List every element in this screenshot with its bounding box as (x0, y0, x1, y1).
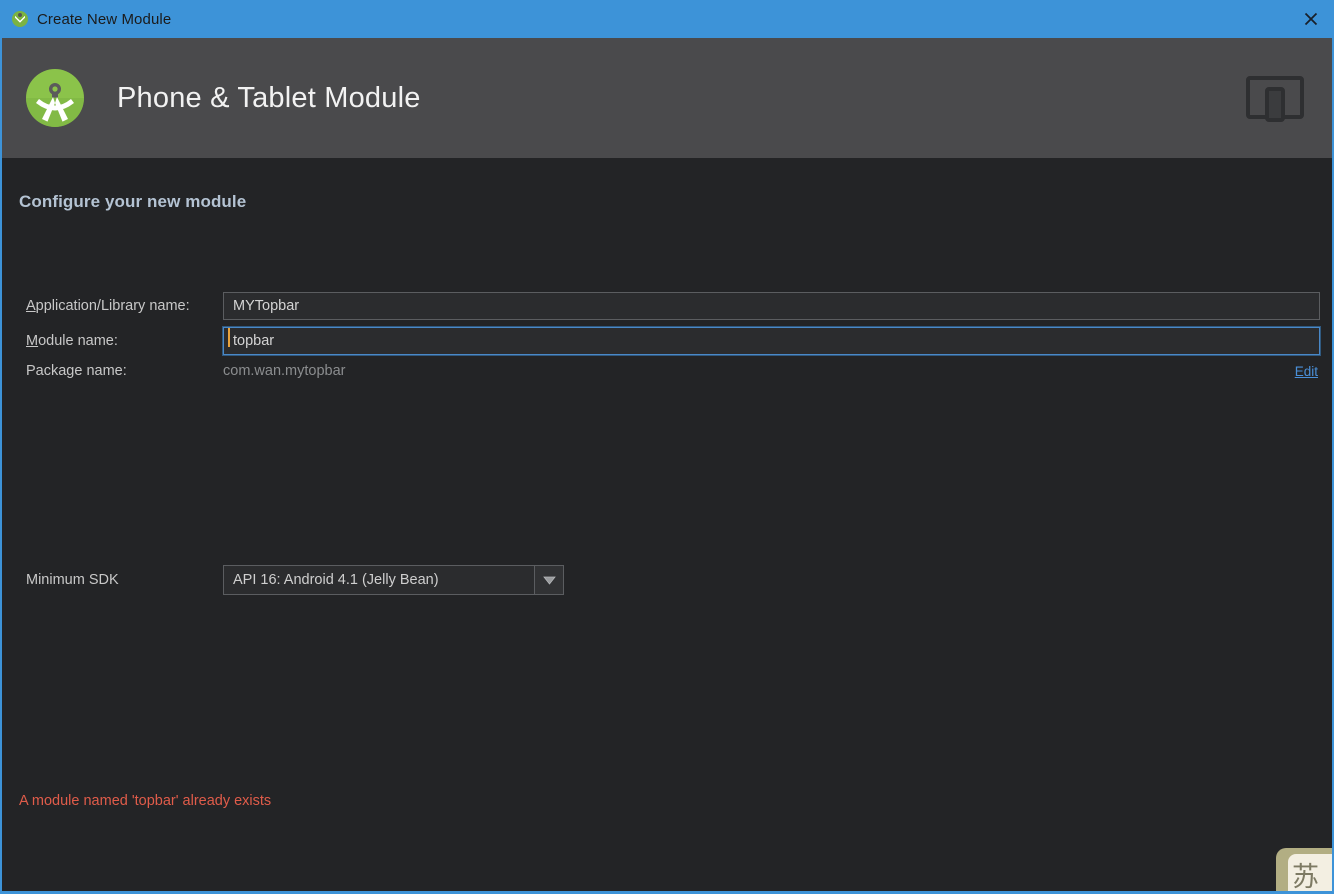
banner-title: Phone & Tablet Module (117, 82, 421, 115)
module-name-row: Module name: (2, 327, 1332, 355)
package-name-row: Package name: com.wan.mytopbar Edit (2, 357, 1332, 385)
android-studio-icon (12, 11, 28, 27)
validation-error-message: A module named 'topbar' already exists (19, 793, 271, 809)
module-name-label: Module name: (2, 333, 223, 349)
create-new-module-dialog: Create New Module Phone & Tablet Module (0, 0, 1334, 894)
minimum-sdk-dropdown[interactable]: API 16: Android 4.1 (Jelly Bean) (223, 565, 564, 595)
application-name-row: Application/Library name: (2, 292, 1332, 320)
dialog-banner: Phone & Tablet Module (2, 38, 1332, 158)
module-name-input[interactable] (223, 327, 1320, 355)
module-name-label-text: odule name: (38, 333, 118, 349)
ime-floating-indicator[interactable]: 苏 (1276, 848, 1334, 894)
chevron-down-icon[interactable] (534, 565, 564, 595)
android-studio-logo-icon (24, 67, 86, 129)
dialog-body: Configure your new module Application/Li… (2, 158, 1332, 891)
minimum-sdk-value: API 16: Android 4.1 (Jelly Bean) (223, 565, 534, 595)
package-name-value: com.wan.mytopbar (223, 363, 346, 379)
dialog-title: Create New Module (37, 11, 171, 28)
ime-glyph: 苏 (1288, 854, 1334, 894)
minimum-sdk-label: Minimum SDK (2, 572, 223, 588)
phone-tablet-device-icon (1244, 67, 1306, 134)
application-name-label: Application/Library name: (2, 298, 223, 314)
text-caret (228, 328, 230, 347)
close-icon[interactable] (1288, 0, 1334, 38)
application-name-label-text: pplication/Library name: (36, 298, 190, 314)
application-name-input[interactable] (223, 292, 1320, 320)
minimum-sdk-row: Minimum SDK API 16: Android 4.1 (Jelly B… (2, 566, 1332, 594)
package-name-label: Package name: (2, 363, 223, 379)
package-name-edit-link[interactable]: Edit (1295, 364, 1318, 379)
page-title: Configure your new module (19, 192, 246, 212)
dialog-titlebar: Create New Module (0, 0, 1334, 38)
